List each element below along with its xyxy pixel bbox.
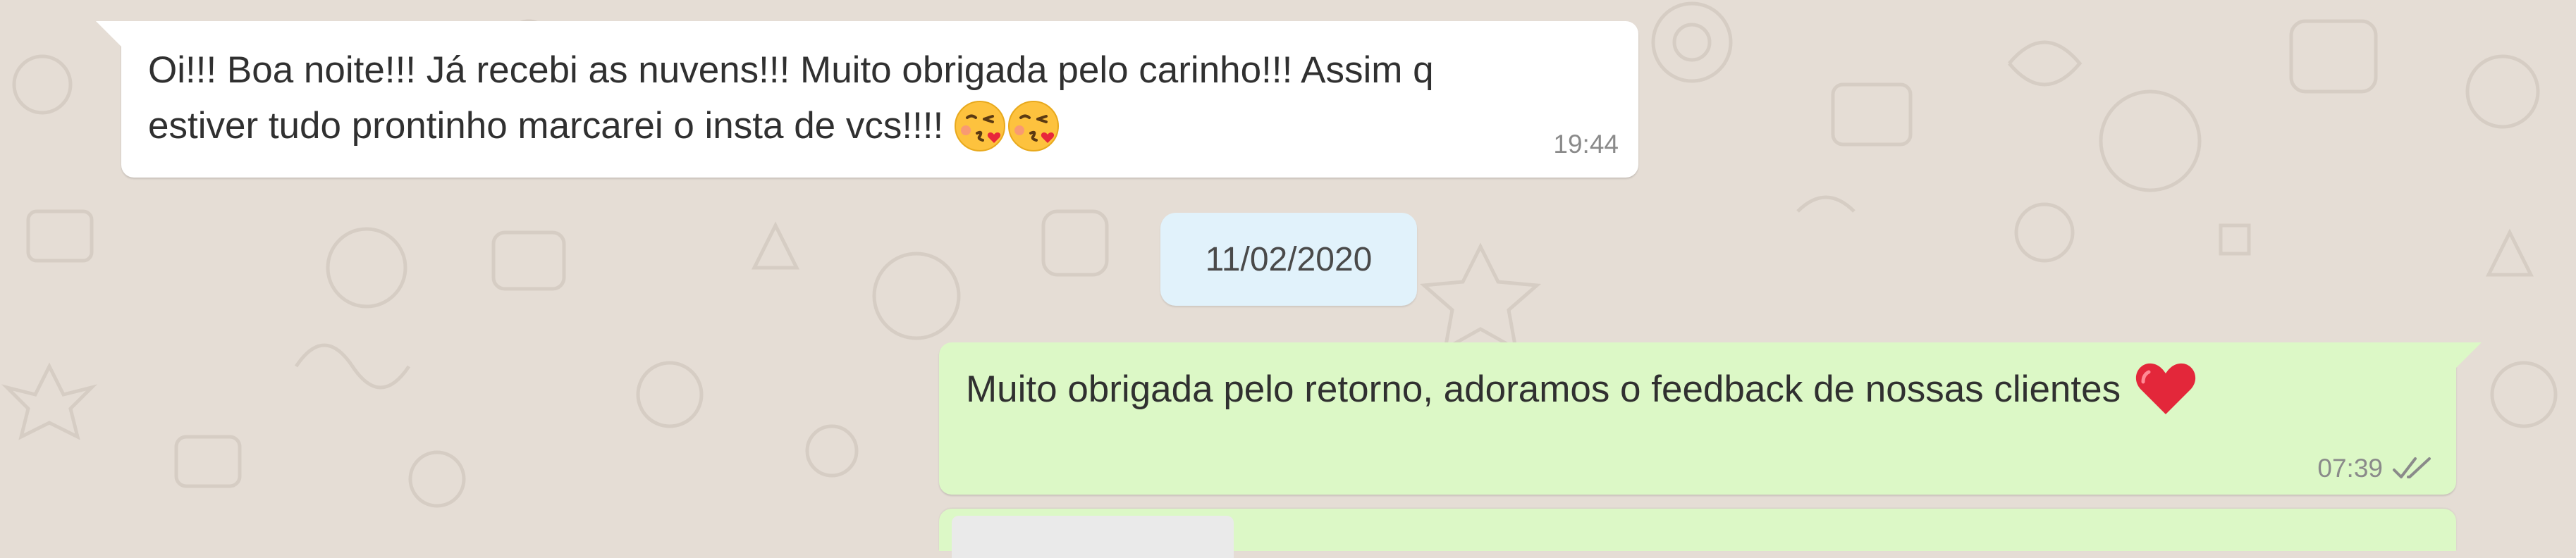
next-message-bubble[interactable] (939, 509, 2456, 558)
double-check-icon (2393, 457, 2431, 478)
outgoing-message-bubble[interactable]: Muito obrigada pelo retorno, adoramos o … (939, 342, 2482, 495)
kiss-emoji-icon (955, 100, 1006, 151)
message-text: Oi!!! Boa noite!!! Já recebi as nuvens!!… (148, 42, 1434, 154)
date-separator: 11/02/2020 (1160, 213, 1417, 306)
kiss-emoji-icon (1008, 100, 1060, 151)
incoming-message-bubble[interactable]: Oi!!! Boa noite!!! Já recebi as nuvens!!… (96, 21, 1638, 178)
media-thumbnail[interactable] (952, 516, 1234, 558)
message-timestamp: 07:39 (2317, 454, 2383, 483)
message-line-1: Oi!!! Boa noite!!! Já recebi as nuvens!!… (148, 49, 1434, 91)
message-timestamp: 19:44 (1553, 130, 1619, 159)
bubble-tail (2456, 342, 2482, 368)
bubble-tail (96, 21, 121, 46)
message-line-2: estiver tudo prontinho marcarei o insta … (148, 105, 944, 147)
message-text: Muito obrigada pelo retorno, adoramos o … (966, 368, 2121, 410)
heart-emoji-icon (2135, 363, 2196, 414)
